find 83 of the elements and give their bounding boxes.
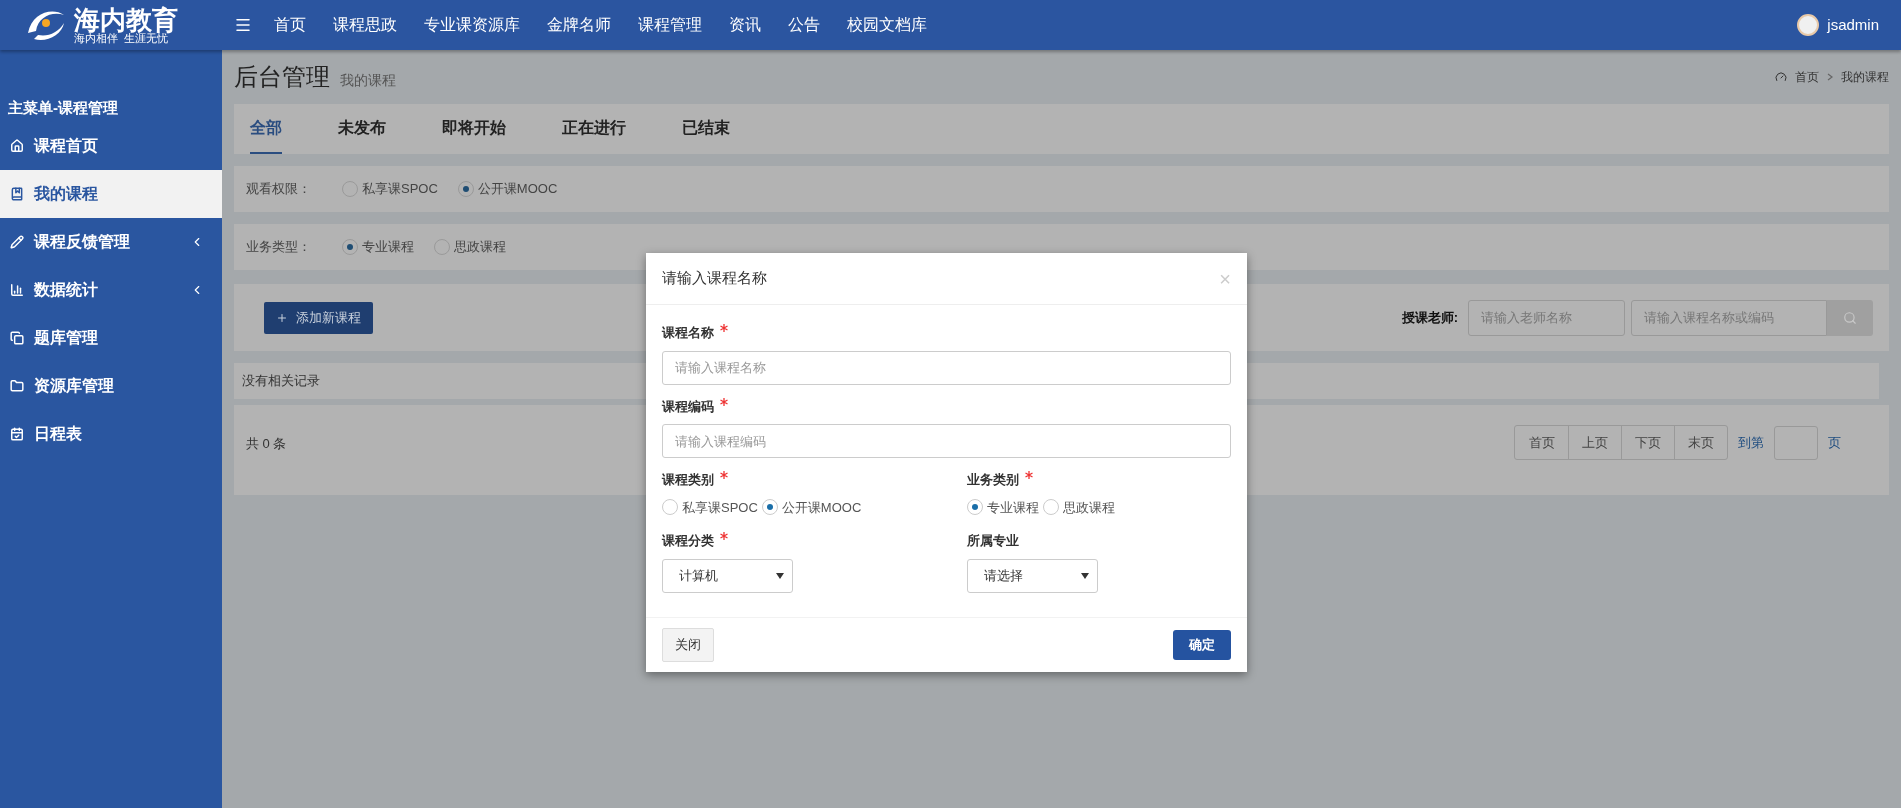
radio-option[interactable]: 私享课SPOC — [662, 497, 758, 517]
radio-option[interactable]: 思政课程 — [1042, 497, 1115, 517]
radio-button[interactable] — [342, 239, 358, 255]
radio-button[interactable] — [457, 181, 474, 197]
radio-button[interactable] — [761, 499, 778, 516]
teacher-label: 授课老师: — [1401, 308, 1458, 327]
book-icon — [10, 187, 24, 201]
folder-icon — [10, 379, 24, 393]
plus-icon — [276, 311, 288, 324]
radio-button[interactable] — [662, 499, 678, 516]
text-field[interactable]: 请输入课程名称 — [662, 350, 1231, 385]
sidebar-item[interactable]: 数据统计 — [0, 266, 222, 314]
cancel-button[interactable]: 关闭 — [662, 627, 714, 662]
radio-button[interactable] — [434, 239, 450, 255]
field-label: 所属专业 — [966, 532, 1020, 550]
text-field[interactable]: 请输入课程编码 — [662, 424, 1231, 458]
tab[interactable]: 全部 — [250, 116, 282, 154]
sidebar-item[interactable]: 我的课程 — [0, 170, 222, 218]
nav-link[interactable]: 资讯 — [729, 13, 761, 37]
add-course-button[interactable]: 添加新课程 — [264, 301, 373, 334]
tab[interactable]: 正在进行 — [562, 116, 626, 154]
field-label: 课程分类 — [662, 531, 927, 551]
tab[interactable]: 未发布 — [338, 116, 386, 154]
page-title: 后台管理 — [234, 62, 330, 92]
total-count: 共 0 条 — [246, 435, 287, 453]
page-subtitle: 我的课程 — [340, 70, 396, 90]
filter-label: 观看权限： — [246, 180, 312, 199]
dropdown-arrow-icon — [1080, 572, 1089, 579]
nav-link[interactable]: 课程管理 — [638, 13, 702, 37]
calendar-icon — [10, 427, 24, 441]
sidebar-item[interactable]: 课程反馈管理 — [0, 218, 222, 266]
sidebar-item[interactable]: 资源库管理 — [0, 362, 222, 410]
search-icon — [1843, 310, 1857, 325]
radio-option[interactable]: 公开课MOOC — [457, 179, 558, 199]
field-label: 课程类别 — [662, 470, 927, 490]
bar-chart-icon — [10, 283, 24, 297]
breadcrumb-separator-icon — [1827, 73, 1833, 81]
nav-link[interactable]: 公告 — [788, 13, 820, 37]
dropdown-arrow-icon — [776, 572, 784, 579]
pager-button[interactable]: 首页 — [1515, 426, 1568, 459]
field-label: 课程编码 — [662, 396, 1231, 416]
radio-option[interactable]: 思政课程 — [434, 237, 506, 257]
nav-link[interactable]: 专业课资源库 — [424, 13, 520, 37]
menu-icon[interactable] — [234, 16, 252, 34]
home-icon — [10, 139, 24, 153]
tab[interactable]: 即将开始 — [442, 116, 506, 154]
field-label: 课程名称 — [662, 323, 1231, 343]
filter-label: 业务类型： — [246, 238, 312, 257]
radio-option[interactable]: 私享课SPOC — [342, 179, 438, 199]
tab[interactable]: 已结束 — [682, 116, 730, 154]
pager-button[interactable]: 下页 — [1621, 426, 1674, 459]
select-field[interactable]: 计算机 — [662, 558, 793, 593]
radio-button[interactable] — [1042, 499, 1059, 516]
pencil-icon — [10, 235, 24, 249]
pager-button[interactable]: 末页 — [1674, 426, 1727, 459]
radio-option[interactable]: 专业课程 — [342, 237, 414, 257]
radio-button[interactable] — [966, 499, 983, 516]
user-name[interactable]: jsadmin — [1827, 13, 1879, 37]
page-suffix: 页 — [1828, 433, 1841, 452]
nav-link[interactable]: 首页 — [274, 13, 306, 37]
radio-option[interactable]: 专业课程 — [966, 497, 1039, 517]
sidebar-item[interactable]: 日程表 — [0, 410, 222, 458]
dialog-title: 请输入课程名称 — [662, 268, 767, 289]
copy-icon — [10, 331, 24, 345]
breadcrumb-link[interactable]: 我的课程 — [1841, 68, 1889, 86]
sidebar-title: 主菜单-课程管理 — [7, 97, 119, 118]
dashboard-icon — [1775, 71, 1787, 83]
select-field[interactable]: 请选择 — [966, 558, 1098, 593]
goto-label: 到第 — [1738, 433, 1764, 452]
logo-title: 海内教育 — [74, 6, 178, 33]
field-label: 业务类别 — [966, 470, 1231, 490]
pager-button[interactable]: 上页 — [1568, 426, 1621, 459]
page-number-field[interactable] — [1774, 425, 1818, 460]
nav-link[interactable]: 金牌名师 — [547, 13, 611, 37]
avatar[interactable] — [1797, 14, 1820, 36]
breadcrumb-link[interactable]: 首页 — [1795, 68, 1819, 86]
sidebar-item[interactable]: 课程首页 — [0, 122, 222, 170]
radio-button[interactable] — [342, 181, 358, 197]
confirm-button[interactable]: 确定 — [1173, 629, 1231, 660]
nav-link[interactable]: 课程思政 — [333, 13, 397, 37]
sidebar-item[interactable]: 题库管理 — [0, 314, 222, 362]
radio-option[interactable]: 公开课MOOC — [761, 497, 862, 517]
nav-link[interactable]: 校园文档库 — [847, 13, 927, 37]
